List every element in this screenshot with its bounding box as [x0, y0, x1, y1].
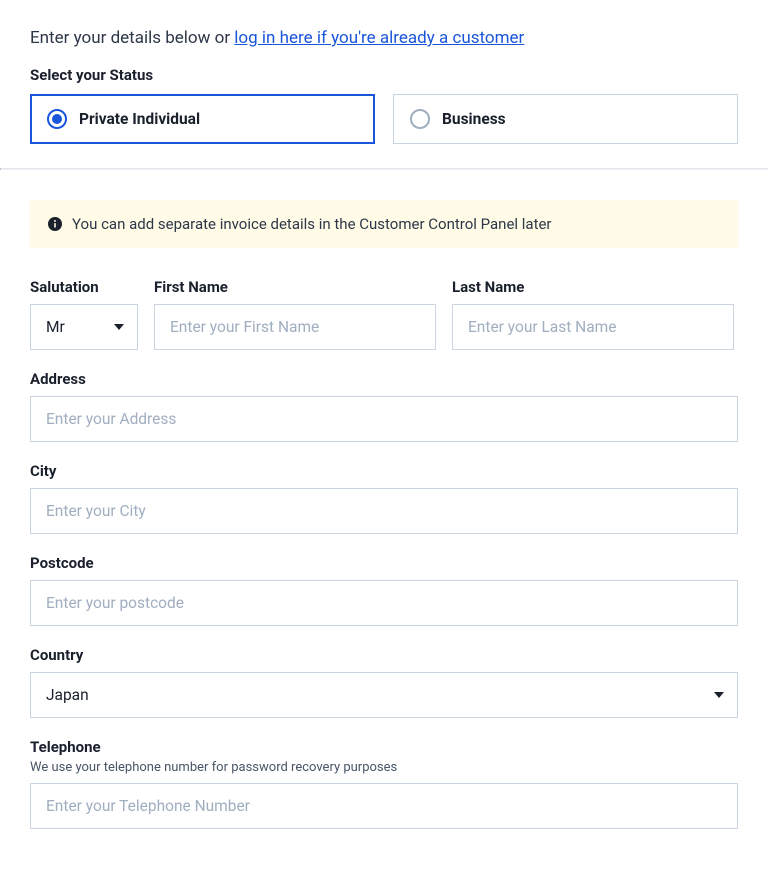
first-name-label: First Name	[154, 278, 436, 296]
radio-icon	[410, 109, 430, 129]
address-label: Address	[30, 370, 738, 388]
first-name-field[interactable]	[154, 304, 436, 350]
info-notice: You can add separate invoice details in …	[30, 200, 738, 248]
last-name-label: Last Name	[452, 278, 734, 296]
country-select[interactable]: Japan	[30, 672, 738, 718]
status-radio-group: Private Individual Business	[30, 94, 738, 144]
status-option-business[interactable]: Business	[393, 94, 738, 144]
intro-prefix: Enter your details below or	[30, 28, 234, 48]
info-icon	[48, 217, 62, 231]
telephone-label: Telephone	[30, 738, 738, 756]
address-field[interactable]	[30, 396, 738, 442]
status-label: Select your Status	[30, 66, 738, 84]
status-option-private[interactable]: Private Individual	[30, 94, 375, 144]
country-label: Country	[30, 646, 738, 664]
postcode-field[interactable]	[30, 580, 738, 626]
salutation-select[interactable]: Mr	[30, 304, 138, 350]
status-option-label: Business	[442, 110, 506, 128]
telephone-field[interactable]	[30, 783, 738, 829]
city-label: City	[30, 462, 738, 480]
info-notice-text: You can add separate invoice details in …	[72, 215, 552, 233]
radio-icon	[47, 109, 67, 129]
city-field[interactable]	[30, 488, 738, 534]
last-name-field[interactable]	[452, 304, 734, 350]
intro-text: Enter your details below or log in here …	[30, 28, 738, 48]
salutation-label: Salutation	[30, 278, 138, 296]
status-option-label: Private Individual	[79, 110, 200, 128]
postcode-label: Postcode	[30, 554, 738, 572]
login-link[interactable]: log in here if you're already a customer	[234, 28, 524, 48]
telephone-sublabel: We use your telephone number for passwor…	[30, 760, 738, 775]
